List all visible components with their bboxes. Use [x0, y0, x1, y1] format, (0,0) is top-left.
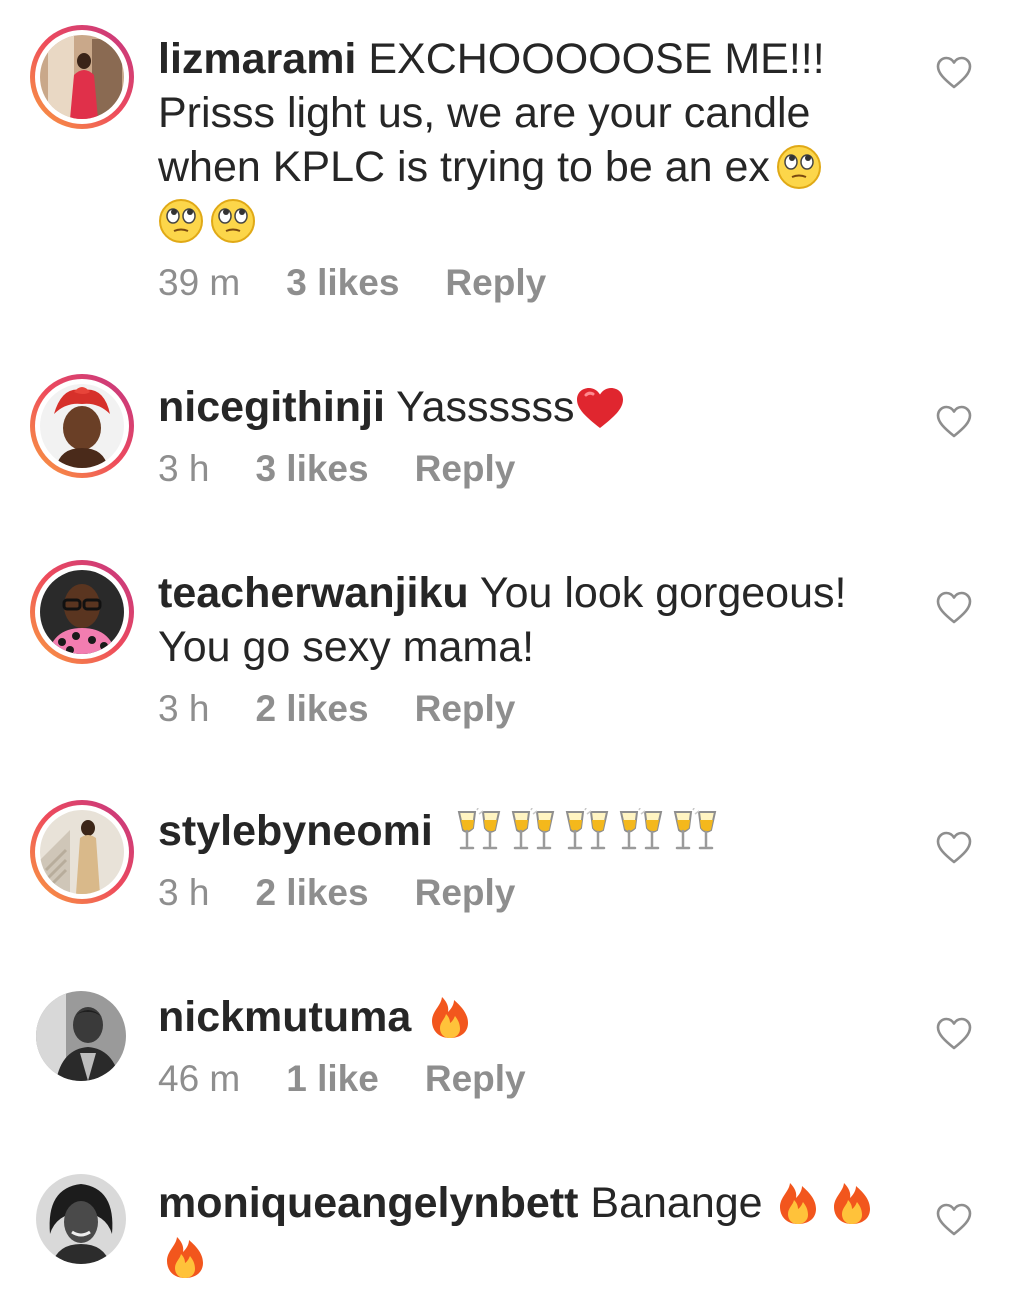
avatar-story-ring[interactable] [30, 560, 134, 664]
clinking-glasses-icon [453, 808, 505, 854]
avatar-story-ring[interactable] [30, 374, 134, 478]
comment-text: lizmarami EXCHOOOOOSE ME!!! Prisss light… [158, 32, 878, 248]
reply-button[interactable]: Reply [445, 262, 546, 304]
reply-button[interactable]: Reply [415, 688, 516, 730]
comment-username[interactable]: stylebyneomi [158, 807, 433, 855]
comment-username[interactable]: nickmutuma [158, 993, 411, 1041]
like-heart-icon[interactable] [936, 831, 972, 865]
face-with-rolling-eyes-icon [158, 198, 204, 244]
comment-timestamp: 3 h [158, 448, 210, 489]
comment-timestamp: 39 m [158, 262, 241, 303]
clinking-glasses-icon [669, 808, 721, 854]
clinking-glasses-icon [615, 808, 667, 854]
avatar[interactable] [40, 570, 124, 654]
comment-message: Yassssss [396, 383, 575, 431]
comment-text: nickmutuma [158, 990, 878, 1044]
fire-icon [164, 1234, 206, 1280]
avatar[interactable] [40, 35, 124, 119]
like-heart-icon[interactable] [936, 56, 972, 90]
comment-meta: 3 h 2 likes Reply [158, 688, 878, 730]
fire-icon [777, 1180, 819, 1226]
comment-meta: 3 h 2 likes Reply [158, 872, 878, 914]
like-heart-icon[interactable] [936, 591, 972, 625]
comment-username[interactable]: nicegithinji [158, 383, 385, 431]
like-heart-icon[interactable] [936, 1017, 972, 1051]
comment-timestamp: 46 m [158, 1058, 241, 1099]
avatar-story-ring[interactable] [30, 25, 134, 129]
reply-button[interactable]: Reply [425, 1058, 526, 1100]
comment-likes-count[interactable]: 3 likes [286, 262, 399, 304]
avatar[interactable] [36, 991, 126, 1081]
comment-text: nicegithinji Yassssss [158, 380, 878, 434]
comment-message: Banange [590, 1179, 763, 1227]
comment-likes-count[interactable]: 1 like [286, 1058, 379, 1100]
fire-icon [429, 994, 471, 1040]
red-heart-icon [575, 386, 625, 430]
avatar[interactable] [40, 810, 124, 894]
reply-button[interactable]: Reply [415, 448, 516, 490]
comment-text: moniqueangelynbett Banange [158, 1176, 878, 1284]
avatar[interactable] [36, 1174, 126, 1264]
comments-list: lizmarami EXCHOOOOOSE ME!!! Prisss light… [0, 0, 1024, 1298]
comment-username[interactable]: moniqueangelynbett [158, 1179, 578, 1227]
comment-text: stylebyneomi [158, 804, 878, 858]
like-heart-icon[interactable] [936, 405, 972, 439]
clinking-glasses-icon [561, 808, 613, 854]
reply-button[interactable]: Reply [415, 872, 516, 914]
comment-text: teacherwanjiku You look gorgeous! You go… [158, 566, 878, 674]
face-with-rolling-eyes-icon [210, 198, 256, 244]
avatar[interactable] [40, 384, 124, 468]
comment-likes-count[interactable]: 2 likes [255, 688, 368, 730]
comment-likes-count[interactable]: 2 likes [255, 872, 368, 914]
like-heart-icon[interactable] [936, 1203, 972, 1237]
avatar-frame[interactable] [30, 985, 134, 1089]
avatar-frame[interactable] [30, 1168, 134, 1272]
fire-icon [831, 1180, 873, 1226]
comment-meta: 3 h 3 likes Reply [158, 448, 878, 490]
face-with-rolling-eyes-icon [776, 144, 822, 190]
comment-meta: 46 m 1 like Reply [158, 1058, 878, 1100]
comment-username[interactable]: teacherwanjiku [158, 569, 469, 617]
avatar-story-ring[interactable] [30, 800, 134, 904]
comment-timestamp: 3 h [158, 872, 210, 913]
comment-likes-count[interactable]: 3 likes [255, 448, 368, 490]
comment-meta: 39 m 3 likes Reply [158, 262, 878, 304]
comment-username[interactable]: lizmarami [158, 35, 356, 83]
comment-timestamp: 3 h [158, 688, 210, 729]
clinking-glasses-icon [507, 808, 559, 854]
